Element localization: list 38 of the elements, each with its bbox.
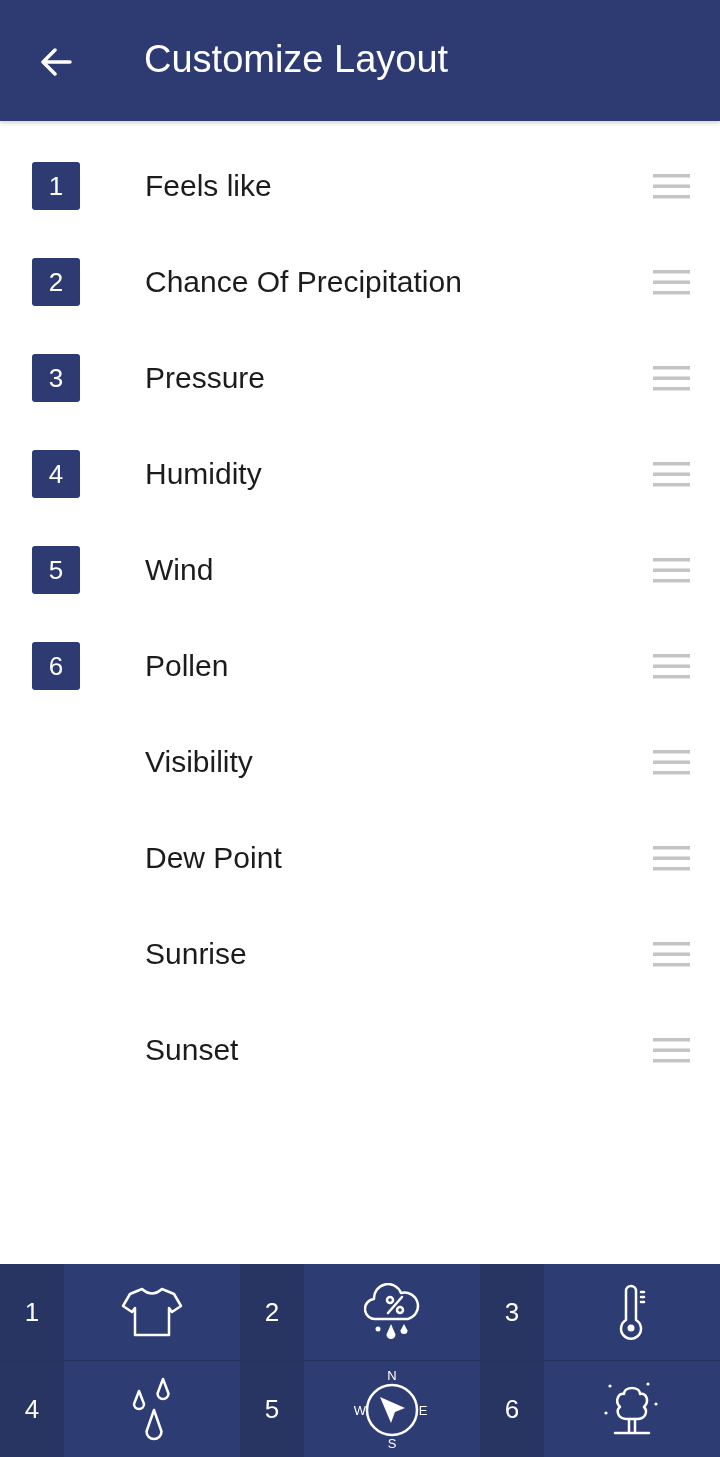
drag-handle-icon[interactable] xyxy=(653,365,690,391)
drag-handle-icon[interactable] xyxy=(653,749,690,775)
metric-label: Pressure xyxy=(145,361,267,395)
thermometer-icon xyxy=(617,1284,647,1340)
rain-cloud-icon xyxy=(364,1283,420,1341)
water-drops-icon xyxy=(132,1377,172,1441)
drag-handle-icon[interactable] xyxy=(653,269,690,295)
metric-label: Feels like xyxy=(145,169,273,203)
position-badge: 1 xyxy=(32,162,80,210)
position-badge: 2 xyxy=(32,258,80,306)
metric-label: Wind xyxy=(145,553,215,587)
slot-tile[interactable] xyxy=(544,1264,720,1360)
position-badge: 4 xyxy=(32,450,80,498)
slot-tile[interactable]: N E S W xyxy=(304,1361,480,1457)
metric-label: Sunrise xyxy=(145,937,248,971)
screen-title: Customize Layout xyxy=(144,38,449,81)
drag-handle-icon[interactable] xyxy=(653,941,690,967)
drag-handle-icon[interactable] xyxy=(653,557,690,583)
slot-tile[interactable] xyxy=(64,1264,240,1360)
position-badge: 3 xyxy=(32,354,80,402)
back-icon[interactable] xyxy=(40,47,72,76)
drag-handle-icon[interactable] xyxy=(653,653,690,679)
metric-label: Visibility xyxy=(145,745,254,779)
drag-handle-icon[interactable] xyxy=(653,845,690,871)
drag-handle-icon[interactable] xyxy=(653,1037,690,1063)
drag-handle-icon[interactable] xyxy=(653,461,690,487)
metric-label: Pollen xyxy=(145,649,230,683)
t-shirt-icon xyxy=(121,1287,183,1337)
metric-label: Dew Point xyxy=(145,841,283,875)
slot-tile[interactable] xyxy=(304,1264,480,1360)
position-badge: 5 xyxy=(32,546,80,594)
position-badge: 6 xyxy=(32,642,80,690)
metric-label: Humidity xyxy=(145,457,263,491)
drag-handle-icon[interactable] xyxy=(653,173,690,199)
metric-label: Chance Of Precipitation xyxy=(145,265,463,299)
metric-label: Sunset xyxy=(145,1033,240,1067)
slot-tile[interactable] xyxy=(544,1361,720,1457)
slot-tile[interactable] xyxy=(64,1361,240,1457)
